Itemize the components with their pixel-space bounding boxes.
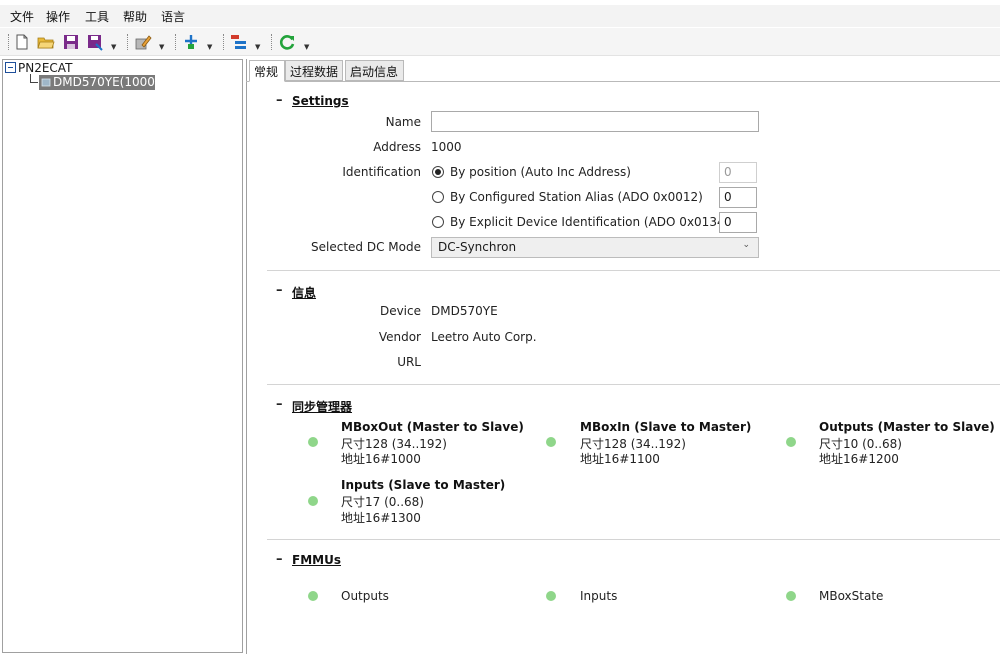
by-position-radio[interactable] [432,166,444,178]
sm-mboxin-title: MBoxIn (Slave to Master) [580,420,752,434]
menu-language[interactable]: 语言 [161,8,185,25]
edit-dropdown-icon[interactable]: ▼ [159,43,164,51]
section-divider [267,539,1000,540]
toolbar-separator [8,34,9,50]
sm-mboxout-address: 地址16#1000 [341,452,421,466]
toolbar-separator [127,34,128,50]
refresh-icon[interactable] [278,33,296,51]
new-file-icon[interactable] [13,33,31,51]
device-list-icon[interactable] [230,33,248,51]
auto-inc-address-field: 0 [719,162,757,183]
sm-status-icon [308,437,318,447]
name-label: Name [385,115,421,129]
tree-item-label: DMD570YE(1000) [53,75,160,89]
save-as-icon[interactable] [86,33,104,51]
info-section-title: 信息 [292,286,317,300]
toolbar-separator [223,34,224,50]
network-dropdown-icon[interactable]: ▼ [207,43,212,51]
fmmu-status-icon [546,591,556,601]
settings-section-title: Settings [292,94,349,108]
station-alias-field[interactable]: 0 [719,187,757,208]
fmmu-status-icon [308,591,318,601]
edit-icon[interactable] [134,33,152,51]
network-scan-icon[interactable] [182,33,200,51]
device-value: DMD570YE [431,304,498,318]
tree-connector [30,82,38,83]
identification-label: Identification [342,165,421,179]
menu-tools[interactable]: 工具 [85,8,109,25]
settings-collapse-icon[interactable]: – [276,93,283,108]
by-explicit-id-radio[interactable] [432,216,444,228]
section-divider [267,384,1000,385]
toolbar-separator [175,34,176,50]
section-divider [267,270,1000,271]
chevron-down-icon: ⌄ [742,240,750,250]
refresh-dropdown-icon[interactable]: ▼ [304,43,309,51]
address-label: Address [373,140,421,154]
tab-strip-baseline [246,81,1000,82]
sm-mboxout-title: MBoxOut (Master to Slave) [341,420,524,434]
vendor-value: Leetro Auto Corp. [431,330,537,344]
by-alias-radio[interactable] [432,191,444,203]
tab-process-data[interactable]: 过程数据 [285,60,343,81]
fmmu-mboxstate: MBoxState [819,589,884,603]
tree-item-selected[interactable]: DMD570YE(1000) [39,75,160,90]
sm-outputs-title: Outputs (Master to Slave) [819,420,995,434]
dc-mode-value: DC-Synchron [438,240,517,254]
save-dropdown-icon[interactable]: ▼ [111,43,116,51]
save-icon[interactable] [62,33,80,51]
collapse-toggle-icon[interactable] [5,62,16,73]
dc-mode-select[interactable]: DC-Synchron ⌄ [431,237,759,258]
fmmu-status-icon [786,591,796,601]
device-list-dropdown-icon[interactable]: ▼ [255,43,260,51]
sm-inputs-address: 地址16#1300 [341,511,421,525]
sync-managers-section-title: 同步管理器 [292,400,353,414]
fmmus-section-title: FMMUs [292,553,341,567]
address-value: 1000 [431,140,462,154]
sm-status-icon [308,496,318,506]
name-input[interactable] [431,111,759,132]
url-label: URL [397,355,421,369]
sm-inputs-title: Inputs (Slave to Master) [341,478,506,492]
dc-mode-label: Selected DC Mode [311,240,421,254]
sm-outputs-address: 地址16#1200 [819,452,899,466]
tab-general[interactable]: 常规 [249,60,285,82]
info-collapse-icon[interactable]: – [276,283,283,298]
sm-status-icon [786,437,796,447]
tab-startup-info[interactable]: 启动信息 [345,60,404,81]
fmmu-outputs: Outputs [341,589,389,603]
device-icon [41,78,51,87]
device-label: Device [379,304,421,318]
sm-inputs-size: 尺寸17 (0..68) [341,495,424,509]
fmmu-inputs: Inputs [580,589,618,603]
by-alias-label: By Configured Station Alias (ADO 0x0012) [450,190,703,204]
sm-status-icon [546,437,556,447]
explicit-id-field[interactable]: 0 [719,212,757,233]
by-explicit-id-label: By Explicit Device Identification (ADO 0… [450,215,730,229]
menu-bar: 文件 操作 工具 帮助 语言 [0,5,1000,27]
sm-mboxin-address: 地址16#1100 [580,452,660,466]
menu-operation[interactable]: 操作 [46,8,70,25]
fmmus-collapse-icon[interactable]: – [276,552,283,567]
toolbar: ▼ ▼ ▼ ▼ ▼ [0,28,1000,56]
vendor-label: Vendor [378,330,421,344]
menu-file[interactable]: 文件 [10,8,34,25]
sync-managers-collapse-icon[interactable]: – [276,397,283,412]
tree-root-label[interactable]: PN2ECAT [18,61,72,75]
open-folder-icon[interactable] [37,33,55,51]
menu-help[interactable]: 帮助 [123,8,147,25]
by-position-label: By position (Auto Inc Address) [450,165,631,179]
toolbar-separator [271,34,272,50]
device-tree: PN2ECAT DMD570YE(1000) [2,59,243,653]
